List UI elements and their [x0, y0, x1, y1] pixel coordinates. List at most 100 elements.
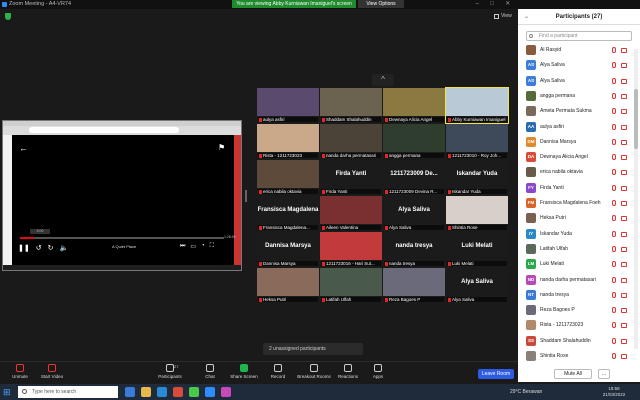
leave-room-button[interactable]: Leave Room: [478, 369, 514, 379]
participant-list-item[interactable]: Heksa Putri: [518, 211, 632, 227]
participant-list-item[interactable]: LM Luki Melati: [518, 257, 632, 273]
participant-list-item[interactable]: ND nanda darha permatasari: [518, 273, 632, 289]
participant-tile[interactable]: Firda Yanti Firda Yanti: [320, 160, 382, 195]
participant-name: erica nabila oktavia: [263, 189, 302, 194]
muted-mic-icon: [322, 261, 325, 266]
participant-tile[interactable]: Shintia Rose: [446, 196, 508, 231]
participant-list-name: Ameta Permata Sukma: [540, 108, 592, 115]
edge-icon[interactable]: [157, 387, 167, 397]
breakout-rooms-label: Breakout Rooms: [297, 374, 331, 379]
participant-name-label: 1211723010 - Roy Joh...: [447, 153, 507, 158]
participant-list-item[interactable]: AS Alya Saliva: [518, 58, 632, 74]
participant-tile[interactable]: Alya Saliva Alya Saliva: [446, 268, 508, 303]
zoom-taskbar-icon[interactable]: [205, 387, 215, 397]
participant-list-item[interactable]: AS Alya Saliva: [518, 74, 632, 90]
avatar: IY: [526, 228, 536, 239]
task-view-icon[interactable]: [125, 387, 135, 397]
weather-widget[interactable]: 29°C Berawan: [510, 387, 542, 397]
participant-list-item[interactable]: Ameta Permata Sukma: [518, 104, 632, 120]
participant-tile[interactable]: nanda tresya nanda tresya: [383, 232, 445, 267]
participant-list-item[interactable]: Rista - 1211723023: [518, 318, 632, 334]
participant-tile[interactable]: Luki Melati Luki Melati: [446, 232, 508, 267]
gallery-prev-page-button[interactable]: ^: [372, 74, 394, 86]
participant-tile[interactable]: Alya Saliva Alya Saliva: [383, 196, 445, 231]
video-off-icon: [621, 216, 627, 222]
participant-list-item[interactable]: erica nabila oktavia: [518, 165, 632, 181]
participant-list-item[interactable]: Reza Bagoes P: [518, 303, 632, 319]
participant-list-item[interactable]: Latifah Ulfah: [518, 242, 632, 258]
video-off-icon: [621, 109, 627, 115]
apps-button[interactable]: Apps: [358, 364, 398, 384]
participant-name: Alya Saliva: [452, 297, 475, 302]
participant-display-name: Alya Saliva: [461, 279, 493, 285]
next-episode-icon: ⏭: [180, 243, 186, 249]
record-button[interactable]: Record: [258, 364, 298, 384]
participant-tile[interactable]: 1211723016 - Hari Sut...: [320, 232, 382, 267]
participant-list-scrollbar[interactable]: [634, 49, 638, 349]
participant-list-item[interactable]: FM Fransisca Magdalena Foeh: [518, 196, 632, 212]
participant-list-name: Luki Melati: [540, 261, 564, 268]
encryption-shield-icon[interactable]: [5, 13, 11, 20]
participant-list-item[interactable]: angga permana: [518, 89, 632, 105]
participant-tile[interactable]: 1211723010 - Roy Joh...: [446, 124, 508, 159]
participant-tile[interactable]: aulya asfiri: [257, 88, 319, 123]
muted-mic-icon: [448, 189, 451, 194]
participant-list-item[interactable]: SS Shaddam Shalahuddin: [518, 334, 632, 350]
share-screen-icon: [240, 364, 248, 372]
participant-tile[interactable]: nanda darha permatasari: [320, 124, 382, 159]
split-view-handle[interactable]: [245, 190, 247, 202]
participant-tile[interactable]: Reza Bagoes P: [383, 268, 445, 303]
participant-list-item[interactable]: DA Dewnaya Alicia Angel: [518, 150, 632, 166]
chrome-icon[interactable]: [189, 387, 199, 397]
participant-tile[interactable]: 1211723009 De... 1211723009 Devina R...: [383, 160, 445, 195]
participant-tile[interactable]: Dewnaya Alicia Angel: [383, 88, 445, 123]
participant-tile[interactable]: erica nabila oktavia: [257, 160, 319, 195]
participant-tile[interactable]: Iskandar Yuda Iskandar Yuda: [446, 160, 508, 195]
start-video-label: Start Video: [40, 374, 64, 379]
view-options-button[interactable]: View Options: [358, 0, 404, 8]
system-clock[interactable]: 18:58 21/03/2022: [596, 386, 632, 398]
participant-tile[interactable]: Rista - 1211723023: [257, 124, 319, 159]
start-video-button[interactable]: Start Video: [32, 364, 72, 384]
participant-tile[interactable]: Aileen Valentina: [320, 196, 382, 231]
participant-tile[interactable]: Abby Kurniawan Imaniguel: [445, 87, 509, 124]
scrollbar-thumb[interactable]: [634, 89, 638, 149]
muted-mic-icon: [322, 297, 325, 302]
close-icon[interactable]: ✕: [505, 0, 510, 9]
windows-start-icon[interactable]: ⊞: [3, 387, 13, 397]
participant-list-item[interactable]: Al Rasyid: [518, 43, 632, 59]
participant-list-name: Dewnaya Alicia Angel: [540, 154, 588, 161]
participant-list-item[interactable]: DM Dannisa Marsya: [518, 135, 632, 151]
participant-tile[interactable]: Dannisa Marsya Dannisa Marsya: [257, 232, 319, 267]
participant-list-item[interactable]: NT nanda tresya: [518, 288, 632, 304]
unassigned-participants-notice: 2 unassigned participants: [263, 343, 363, 355]
app-icon[interactable]: [221, 387, 231, 397]
participant-tile[interactable]: Heksa Putri: [257, 268, 319, 303]
mute-all-button[interactable]: Mute All: [554, 369, 592, 379]
participant-tile[interactable]: angga permana: [383, 124, 445, 159]
participant-tile[interactable]: Shaddam Shalahuddin: [320, 88, 382, 123]
taskbar-search-input[interactable]: Type here to search: [18, 386, 118, 398]
participant-name: 1211723016 - Hari Sut...: [326, 261, 375, 266]
maximize-icon[interactable]: □: [490, 0, 494, 9]
chevron-down-icon[interactable]: ⌄: [524, 13, 529, 20]
view-button[interactable]: View: [494, 12, 516, 20]
participant-tile[interactable]: Fransisca Magdalena Fransisca Magdalena..…: [257, 196, 319, 231]
store-icon[interactable]: [173, 387, 183, 397]
participant-list-item[interactable]: FY Firda Yanti: [518, 181, 632, 197]
minimize-icon[interactable]: –: [476, 0, 479, 9]
shared-screen: ← ⚑ 4:00 1:28:55 ❚❚ ↺ ↻ 🔈 A Quiet Place …: [2, 120, 242, 271]
more-options-button[interactable]: ...: [598, 369, 610, 379]
participant-list-item[interactable]: IY Iskandar Yuda: [518, 227, 632, 243]
participant-video: [320, 232, 382, 260]
participant-list-item[interactable]: Shintia Rose: [518, 349, 632, 365]
browser-tabs: [3, 121, 241, 126]
file-explorer-icon[interactable]: [141, 387, 151, 397]
participants-button[interactable]: 27 Participants: [150, 364, 190, 384]
muted-mic-icon: [322, 117, 325, 122]
participant-tile[interactable]: Latifah Ulfah: [320, 268, 382, 303]
video-off-icon: [621, 246, 627, 252]
find-participant-input[interactable]: Find a participant: [526, 31, 632, 41]
participant-list-item[interactable]: AA aulya asfiri: [518, 120, 632, 136]
video-off-icon: [621, 354, 627, 359]
